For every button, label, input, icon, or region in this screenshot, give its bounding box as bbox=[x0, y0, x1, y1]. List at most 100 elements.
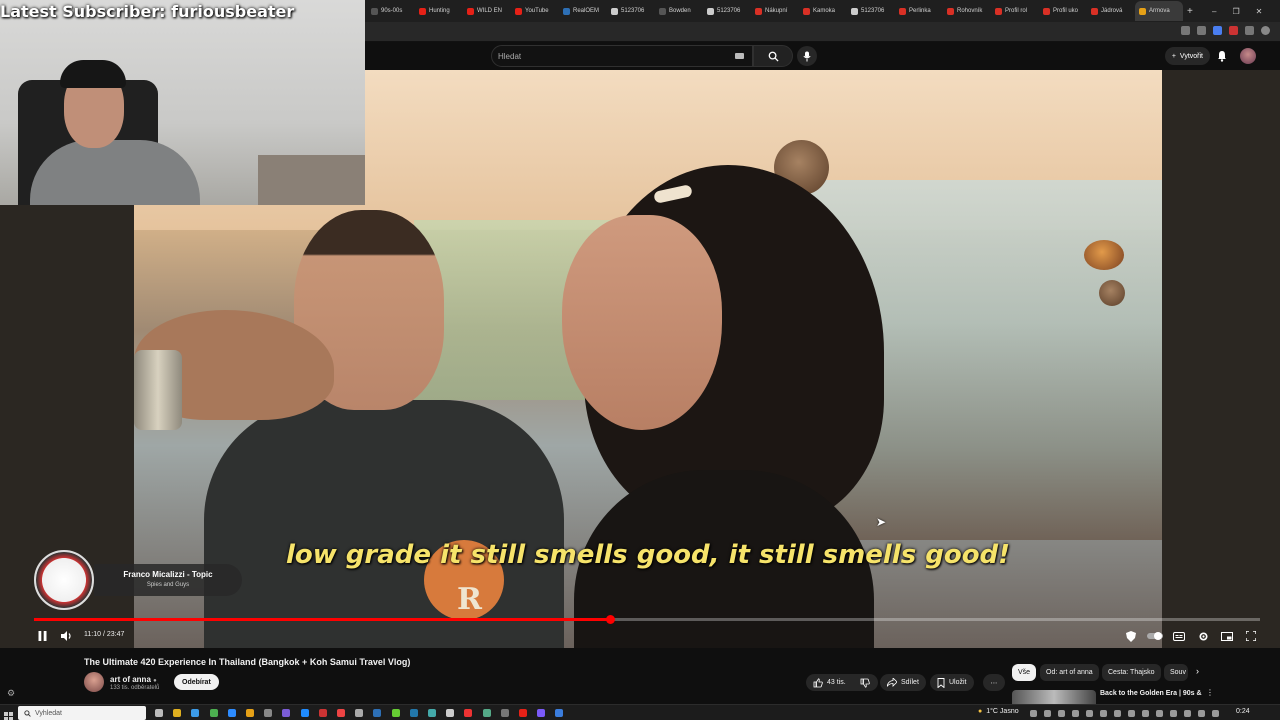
profile-icon[interactable] bbox=[1261, 26, 1270, 35]
taskbar-app-icon[interactable] bbox=[264, 709, 273, 717]
notifications-bell-icon[interactable] bbox=[1217, 50, 1227, 62]
browser-tab[interactable]: 5123706 bbox=[703, 1, 751, 21]
browser-tab[interactable]: Profil uko bbox=[1039, 1, 1087, 21]
create-button[interactable]: + Vytvořit bbox=[1164, 47, 1210, 65]
browser-tab[interactable]: Jádrová bbox=[1087, 1, 1135, 21]
taskbar-app-icon[interactable] bbox=[191, 709, 200, 717]
taskbar-app-icon[interactable] bbox=[337, 709, 345, 717]
gear-icon[interactable]: ⚙ bbox=[7, 688, 15, 699]
taskbar-app-icon[interactable] bbox=[391, 709, 400, 717]
voice-search-button[interactable] bbox=[797, 46, 817, 66]
tray-icon[interactable] bbox=[1100, 710, 1107, 717]
extension-icon[interactable] bbox=[1245, 26, 1254, 35]
taskbar-app-icon[interactable] bbox=[428, 709, 436, 717]
settings-button[interactable] bbox=[1194, 627, 1212, 645]
browser-tab[interactable]: Profil rol bbox=[991, 1, 1039, 21]
autoplay-toggle[interactable] bbox=[1146, 627, 1164, 645]
channel-avatar[interactable] bbox=[84, 672, 104, 692]
weather-widget[interactable]: ● 1°C Jasno bbox=[978, 708, 1019, 715]
browser-tab[interactable]: RealOEM bbox=[559, 1, 607, 21]
tray-icon[interactable] bbox=[1030, 710, 1037, 717]
like-button[interactable]: 43 tis. bbox=[806, 674, 854, 691]
taskbar-app-icon[interactable] bbox=[300, 709, 309, 717]
browser-tab[interactable]: Armova bbox=[1135, 1, 1183, 21]
tray-icon[interactable] bbox=[1072, 710, 1079, 717]
tray-icon[interactable] bbox=[1198, 710, 1205, 717]
taskbar-app-icon[interactable] bbox=[282, 709, 291, 717]
tray-icon[interactable] bbox=[1044, 710, 1051, 717]
taskbar-app-icon[interactable] bbox=[373, 709, 382, 717]
extension-icon[interactable] bbox=[1181, 26, 1190, 35]
taskbar-app-icon[interactable] bbox=[519, 709, 527, 717]
close-icon[interactable]: ✕ bbox=[1256, 7, 1263, 16]
chip-related[interactable]: Souv bbox=[1164, 664, 1188, 681]
new-tab-button[interactable]: + bbox=[1183, 1, 1199, 21]
extension-icon[interactable] bbox=[1197, 26, 1206, 35]
browser-tab[interactable]: YouTube bbox=[511, 1, 559, 21]
more-actions-button[interactable]: ⋯ bbox=[983, 674, 1005, 691]
restore-icon[interactable]: ❐ bbox=[1232, 7, 1239, 16]
subtitles-button[interactable] bbox=[1170, 627, 1188, 645]
taskbar-app-icon[interactable] bbox=[246, 709, 254, 717]
taskbar-app-icon[interactable] bbox=[482, 709, 491, 717]
pause-button[interactable] bbox=[33, 627, 51, 645]
recommendation-thumbnail[interactable] bbox=[1012, 690, 1096, 704]
fullscreen-button[interactable] bbox=[1242, 627, 1260, 645]
taskbar-clock[interactable]: 0:24 bbox=[1236, 708, 1250, 715]
tray-icon[interactable] bbox=[1184, 710, 1191, 717]
taskbar-app-icon[interactable] bbox=[464, 709, 473, 717]
browser-tab[interactable]: Hunting bbox=[415, 1, 463, 21]
taskbar-app-icon[interactable] bbox=[446, 709, 455, 717]
tray-icon[interactable] bbox=[1170, 710, 1177, 717]
taskbar-app-icon[interactable] bbox=[173, 709, 182, 717]
minimize-icon[interactable]: – bbox=[1212, 7, 1216, 16]
sponsor-block-button[interactable] bbox=[1122, 627, 1140, 645]
volume-button[interactable] bbox=[58, 627, 76, 645]
search-button[interactable] bbox=[753, 45, 793, 67]
taskbar-search-input[interactable]: Vyhledat bbox=[18, 706, 146, 720]
taskbar-app-icon[interactable] bbox=[155, 709, 163, 717]
chip-all[interactable]: Vše bbox=[1012, 664, 1037, 681]
channel-name[interactable]: art of anna ● bbox=[110, 675, 157, 684]
chevron-right-icon[interactable]: › bbox=[1196, 666, 1199, 676]
taskbar-app-icon[interactable] bbox=[409, 709, 418, 717]
extension-icon[interactable] bbox=[1229, 26, 1238, 35]
browser-tab[interactable]: 5123706 bbox=[607, 1, 655, 21]
recommendation-title[interactable]: Back to the Golden Era | 90s & bbox=[1100, 690, 1202, 697]
user-avatar[interactable] bbox=[1240, 48, 1256, 64]
dislike-button[interactable] bbox=[852, 674, 878, 691]
browser-tab[interactable]: WILD EN bbox=[463, 1, 511, 21]
taskbar-app-icon[interactable] bbox=[227, 709, 236, 717]
browser-tab[interactable]: Perlinka bbox=[895, 1, 943, 21]
browser-tab[interactable]: Bowden bbox=[655, 1, 703, 21]
now-playing-card[interactable]: Franco Micalizzi - Topic Spies and Guys bbox=[34, 550, 242, 610]
search-input[interactable]: Hledat bbox=[491, 45, 753, 67]
tray-icon[interactable] bbox=[1058, 710, 1065, 717]
recommendation-menu-icon[interactable]: ⋮ bbox=[1206, 688, 1214, 697]
taskbar-app-icon[interactable] bbox=[318, 709, 327, 717]
taskbar-app-icon[interactable] bbox=[355, 709, 364, 717]
start-icon[interactable] bbox=[4, 708, 13, 720]
tray-icon[interactable] bbox=[1212, 710, 1219, 717]
tray-icon[interactable] bbox=[1128, 710, 1135, 717]
tray-icon[interactable] bbox=[1114, 710, 1121, 717]
chip-from-channel[interactable]: Od: art of anna bbox=[1040, 664, 1099, 681]
browser-tab[interactable]: 90s-00s bbox=[367, 1, 415, 21]
chip-travel-thailand[interactable]: Cesta: Thajsko bbox=[1102, 664, 1161, 681]
taskbar-app-icon[interactable] bbox=[500, 709, 509, 717]
browser-tab[interactable]: 5123706 bbox=[847, 1, 895, 21]
share-button[interactable]: Sdílet bbox=[880, 674, 926, 691]
progress-bar[interactable] bbox=[34, 615, 1260, 624]
extension-icon[interactable] bbox=[1213, 26, 1222, 35]
browser-tab[interactable]: Nákupní bbox=[751, 1, 799, 21]
tray-icon[interactable] bbox=[1156, 710, 1163, 717]
keyboard-icon[interactable] bbox=[735, 53, 744, 59]
browser-tab[interactable]: Kamoka bbox=[799, 1, 847, 21]
tray-icon[interactable] bbox=[1086, 710, 1093, 717]
miniplayer-button[interactable] bbox=[1218, 627, 1236, 645]
taskbar-app-icon[interactable] bbox=[209, 709, 218, 717]
save-button[interactable]: Uložit bbox=[930, 674, 974, 691]
taskbar-app-icon[interactable] bbox=[537, 709, 546, 717]
browser-tab[interactable]: Rohovník bbox=[943, 1, 991, 21]
tray-icon[interactable] bbox=[1142, 710, 1149, 717]
